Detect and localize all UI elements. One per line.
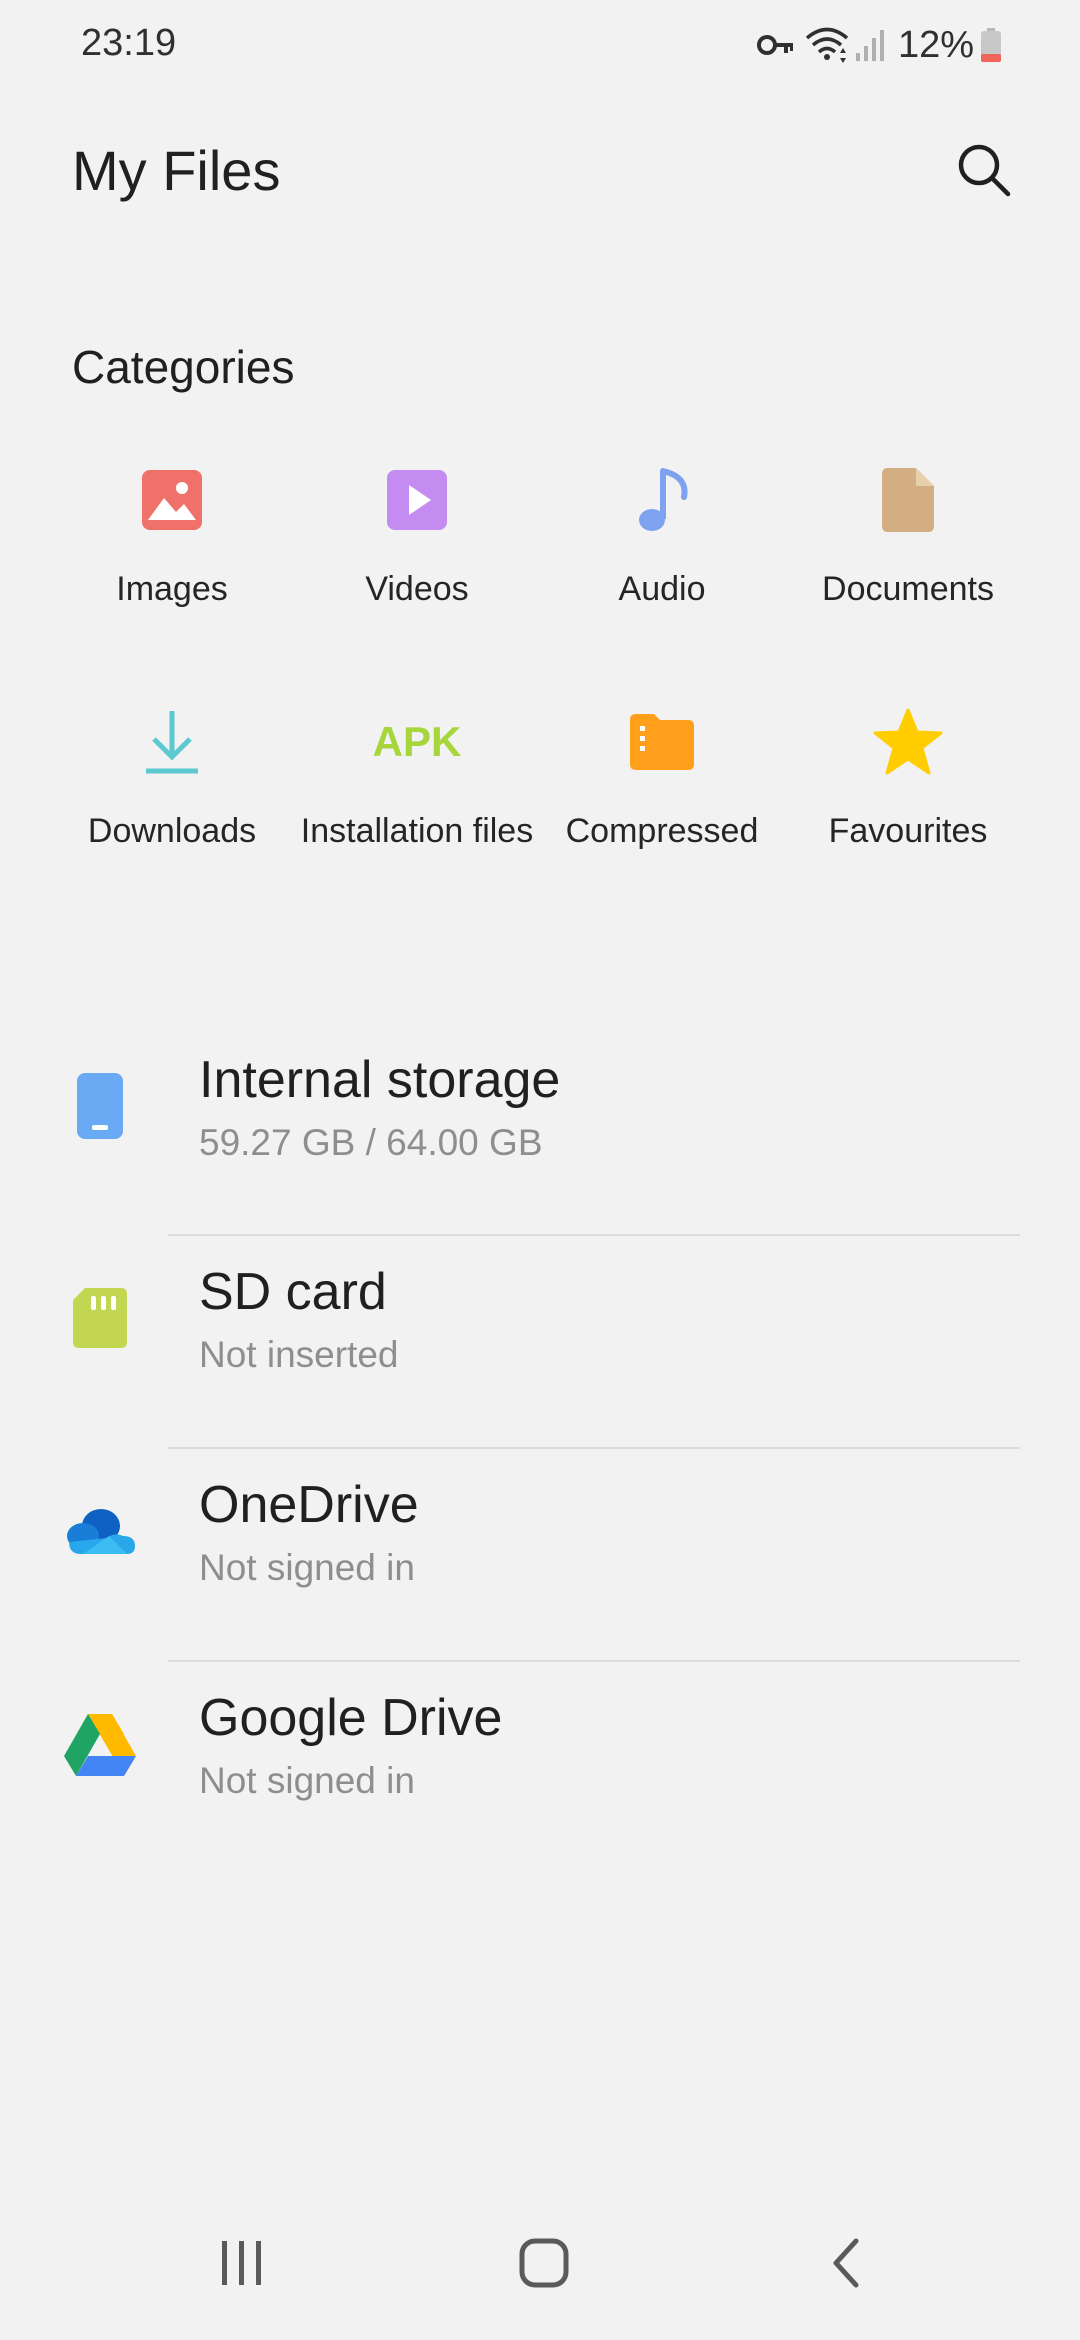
phone-icon [52,1000,148,1212]
home-button[interactable] [484,2210,604,2320]
category-audio[interactable]: Audio [542,450,782,650]
storage-title: Google Drive [199,1689,503,1747]
storage-title: OneDrive [199,1476,419,1534]
storage-status: Not signed in [199,1547,415,1588]
category-label: Audio [618,570,706,608]
search-icon [954,140,1014,205]
category-videos[interactable]: Videos [297,450,537,650]
storage-title: SD card [199,1263,387,1321]
storage-item-internal[interactable]: Internal storage 59.27 GB / 64.00 GB [0,1000,1080,1212]
storage-status: Not inserted [199,1334,399,1375]
video-icon [297,450,537,550]
category-installation-files[interactable]: APK Installation files [297,692,537,892]
status-bar: 23:19 12% [0,0,1080,90]
image-icon [52,450,292,550]
back-button[interactable] [786,2210,906,2320]
category-documents[interactable]: Documents [788,450,1028,650]
status-time: 23:19 [81,22,177,64]
recents-button[interactable] [182,2210,302,2320]
category-label: Downloads [87,812,257,850]
category-label: Documents [822,570,994,608]
storage-usage: 59.27 GB / 64.00 GB [199,1122,543,1163]
battery-icon [980,27,1002,63]
category-images[interactable]: Images [52,450,292,650]
navigation-bar [0,2210,1080,2320]
category-downloads[interactable]: Downloads [52,692,292,892]
wifi-icon [804,25,850,65]
document-icon [788,450,1028,550]
sd-card-icon [52,1212,148,1424]
storage-item-google-drive[interactable]: Google Drive Not signed in [0,1638,1080,1850]
signal-icon [854,27,886,63]
recents-icon [218,2239,266,2292]
onedrive-icon [52,1425,148,1637]
category-label: Favourites [828,812,988,850]
category-label: Compressed [565,812,759,850]
storage-status: Not signed in [199,1760,415,1801]
home-icon [518,2237,570,2294]
storage-item-sd-card[interactable]: SD card Not inserted [0,1212,1080,1424]
category-compressed[interactable]: Compressed [542,692,782,892]
category-label: Installation files [300,812,534,850]
music-note-icon [542,450,782,550]
category-label: Images [116,570,228,608]
vpn-key-icon [756,30,796,60]
star-icon [788,692,1028,792]
category-favourites[interactable]: Favourites [788,692,1028,892]
battery-percent: 12% [897,23,974,66]
apk-icon-text: APK [372,718,462,765]
storage-item-onedrive[interactable]: OneDrive Not signed in [0,1425,1080,1637]
search-button[interactable] [948,136,1020,208]
download-icon [52,692,292,792]
categories-title: Categories [72,341,295,393]
compressed-folder-icon [542,692,782,792]
category-label: Videos [365,570,469,608]
status-icons: 12% [756,22,1002,68]
storage-title: Internal storage [199,1051,561,1109]
page-title: My Files [72,139,281,202]
back-icon [826,2237,866,2294]
apk-icon: APK [297,692,537,792]
google-drive-icon [52,1638,148,1850]
